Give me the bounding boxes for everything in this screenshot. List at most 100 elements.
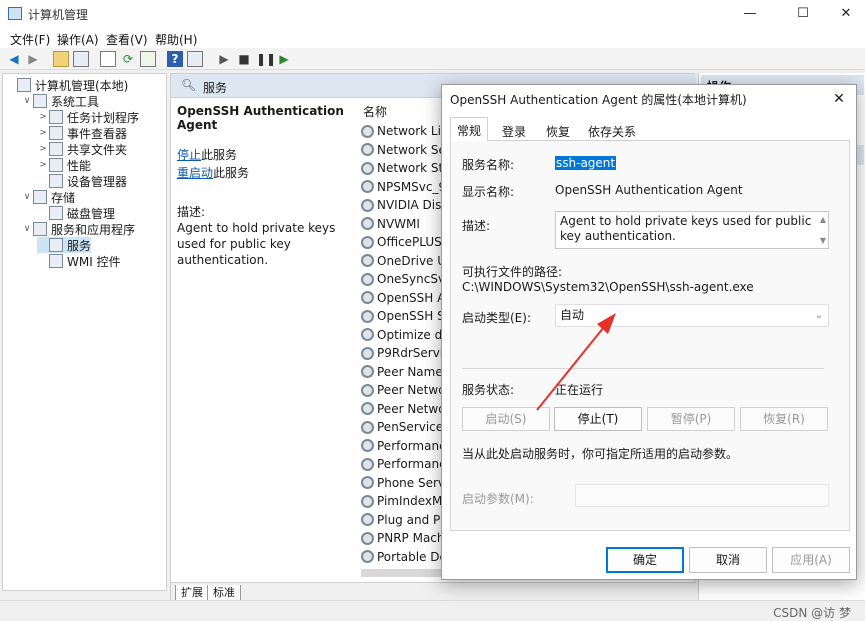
service-row[interactable]: OpenSSH Au	[361, 289, 451, 307]
tab-recovery[interactable]: 恢复	[540, 121, 576, 141]
back-icon[interactable]: ◀	[6, 51, 22, 67]
properties-icon[interactable]	[100, 51, 116, 67]
service-name: Network List	[377, 124, 451, 138]
gear-icon	[361, 550, 374, 563]
close-button[interactable]: ✕	[823, 0, 865, 28]
service-row[interactable]: Performance	[361, 455, 451, 473]
stop-button[interactable]: 停止(T)	[554, 407, 642, 431]
tree-item-label: 服务	[67, 238, 92, 253]
service-row[interactable]: Network List	[361, 122, 451, 140]
service-row[interactable]: Optimize driv	[361, 326, 451, 344]
ok-button[interactable]: 确定	[606, 547, 684, 573]
pause-service-icon[interactable]: ❚❚	[256, 51, 276, 67]
tree-item[interactable]: > 任务计划程序	[37, 109, 139, 125]
start-service-icon[interactable]: ▶	[216, 51, 232, 67]
startup-type-select[interactable]: 自动 ⌄	[555, 304, 829, 327]
display-name-value[interactable]: OpenSSH Authentication Agent	[555, 183, 743, 197]
service-row[interactable]: OneSyncSvc_	[361, 270, 451, 288]
service-row[interactable]: PimIndexMai	[361, 492, 451, 510]
expand-icon[interactable]: >	[37, 160, 49, 170]
tree-item[interactable]: 服务	[37, 237, 92, 253]
maximize-button[interactable]: ☐	[780, 0, 826, 28]
tree-item[interactable]: > 共享文件夹	[37, 141, 127, 157]
service-row[interactable]: P9RdrService	[361, 344, 451, 362]
resume-button[interactable]: 恢复(R)	[740, 407, 828, 431]
service-row[interactable]: NVWMI	[361, 215, 420, 233]
tab-general[interactable]: 常规	[450, 117, 489, 142]
tab-extended[interactable]: 扩展	[175, 585, 209, 601]
collapse-icon[interactable]: ∨	[21, 224, 33, 234]
dialog-close-icon[interactable]: ✕	[824, 87, 854, 111]
description-field[interactable]: Agent to hold private keys used for publ…	[555, 211, 829, 249]
menu-help[interactable]: 帮助(H)	[155, 31, 197, 48]
service-row[interactable]: Portable Devi	[361, 548, 451, 566]
tree-item[interactable]: > 事件查看器	[37, 125, 127, 141]
start-params-input[interactable]	[575, 484, 829, 507]
console-tree-icon[interactable]	[73, 51, 89, 67]
forward-icon[interactable]: ▶	[25, 51, 41, 67]
menu-file[interactable]: 文件(F)	[10, 31, 50, 48]
resume-service-icon[interactable]: ▶	[276, 51, 292, 67]
apply-button[interactable]: 应用(A)	[772, 547, 850, 573]
start-button[interactable]: 启动(S)	[462, 407, 550, 431]
description-label: 描述:	[177, 205, 206, 219]
pause-button[interactable]: 暂停(P)	[647, 407, 735, 431]
horizontal-scrollbar[interactable]	[361, 569, 441, 577]
expand-icon[interactable]: >	[37, 128, 49, 138]
gear-icon	[361, 439, 374, 452]
service-row[interactable]: OfficePLUS S	[361, 233, 451, 251]
stop-service-icon[interactable]: ■	[236, 51, 252, 67]
service-row[interactable]: NPSMSvc_91	[361, 178, 451, 196]
menu-view[interactable]: 查看(V)	[106, 31, 148, 48]
show-hide-icon[interactable]	[187, 51, 203, 67]
menu-action[interactable]: 操作(A)	[57, 31, 99, 48]
cancel-button[interactable]: 取消	[689, 547, 767, 573]
tree-item[interactable]: WMI 控件	[37, 253, 121, 269]
tree-item[interactable]: 设备管理器	[37, 173, 127, 189]
service-row[interactable]: Phone Servic	[361, 474, 451, 492]
service-row[interactable]: Plug and Play	[361, 511, 451, 529]
service-row[interactable]: OpenSSH SS	[361, 307, 451, 325]
service-row[interactable]: Peer Networ	[361, 381, 450, 399]
properties-dialog: OpenSSH Authentication Agent 的属性(本地计算机) …	[441, 84, 857, 580]
gear-icon	[361, 309, 374, 323]
service-row[interactable]: PenService_9	[361, 418, 451, 436]
tab-logon[interactable]: 登录	[496, 121, 532, 141]
tab-standard[interactable]: 标准	[207, 585, 241, 601]
service-row[interactable]: Peer Networ	[361, 400, 450, 418]
expand-icon[interactable]: >	[37, 112, 49, 122]
tree-item[interactable]: > 性能	[37, 157, 91, 173]
service-name: Network Setu	[377, 142, 451, 157]
help-icon[interactable]: ?	[167, 51, 183, 67]
collapse-icon[interactable]: ∨	[21, 96, 33, 106]
tree-item[interactable]: ∨ 系统工具	[21, 93, 99, 109]
scroll-down-icon[interactable]: ▼	[820, 233, 826, 248]
expand-icon[interactable]: >	[37, 144, 49, 154]
up-folder-icon[interactable]	[53, 51, 69, 67]
collapse-icon[interactable]: ∨	[21, 192, 33, 202]
restart-service-link[interactable]: 重启动	[177, 166, 213, 180]
service-name: Performance	[377, 438, 451, 453]
service-row[interactable]: NVIDIA Displ	[361, 196, 451, 214]
service-row[interactable]: Network Stor	[361, 159, 451, 177]
service-row[interactable]: Network Setu	[361, 141, 451, 159]
service-row[interactable]: PNRP Machin	[361, 529, 451, 547]
tab-dependencies[interactable]: 依存关系	[582, 121, 642, 141]
minimize-button[interactable]: —	[727, 0, 773, 28]
stop-service-link[interactable]: 停止	[177, 148, 201, 162]
tree-item[interactable]: ∨ 存储	[21, 189, 75, 205]
tree-item-label: 存储	[51, 190, 76, 205]
refresh-icon[interactable]: ⟳	[120, 51, 136, 67]
scroll-up-icon[interactable]: ▲	[820, 212, 826, 227]
display-name-label: 显示名称:	[462, 185, 515, 199]
tree-item-label: 计算机管理(本地)	[35, 78, 129, 93]
service-row[interactable]: OneDrive Up	[361, 252, 451, 270]
export-icon[interactable]	[140, 51, 156, 67]
tree-item[interactable]: ∨ 服务和应用程序	[21, 221, 135, 237]
service-row[interactable]: Performance	[361, 437, 451, 455]
tree-item[interactable]: 计算机管理(本地)	[5, 77, 128, 93]
service-row[interactable]: Peer Name R	[361, 363, 451, 381]
service-name-value[interactable]: ssh-agent	[555, 156, 617, 170]
dialog-title: OpenSSH Authentication Agent 的属性(本地计算机)	[450, 93, 747, 107]
tree-item[interactable]: 磁盘管理	[37, 205, 115, 221]
